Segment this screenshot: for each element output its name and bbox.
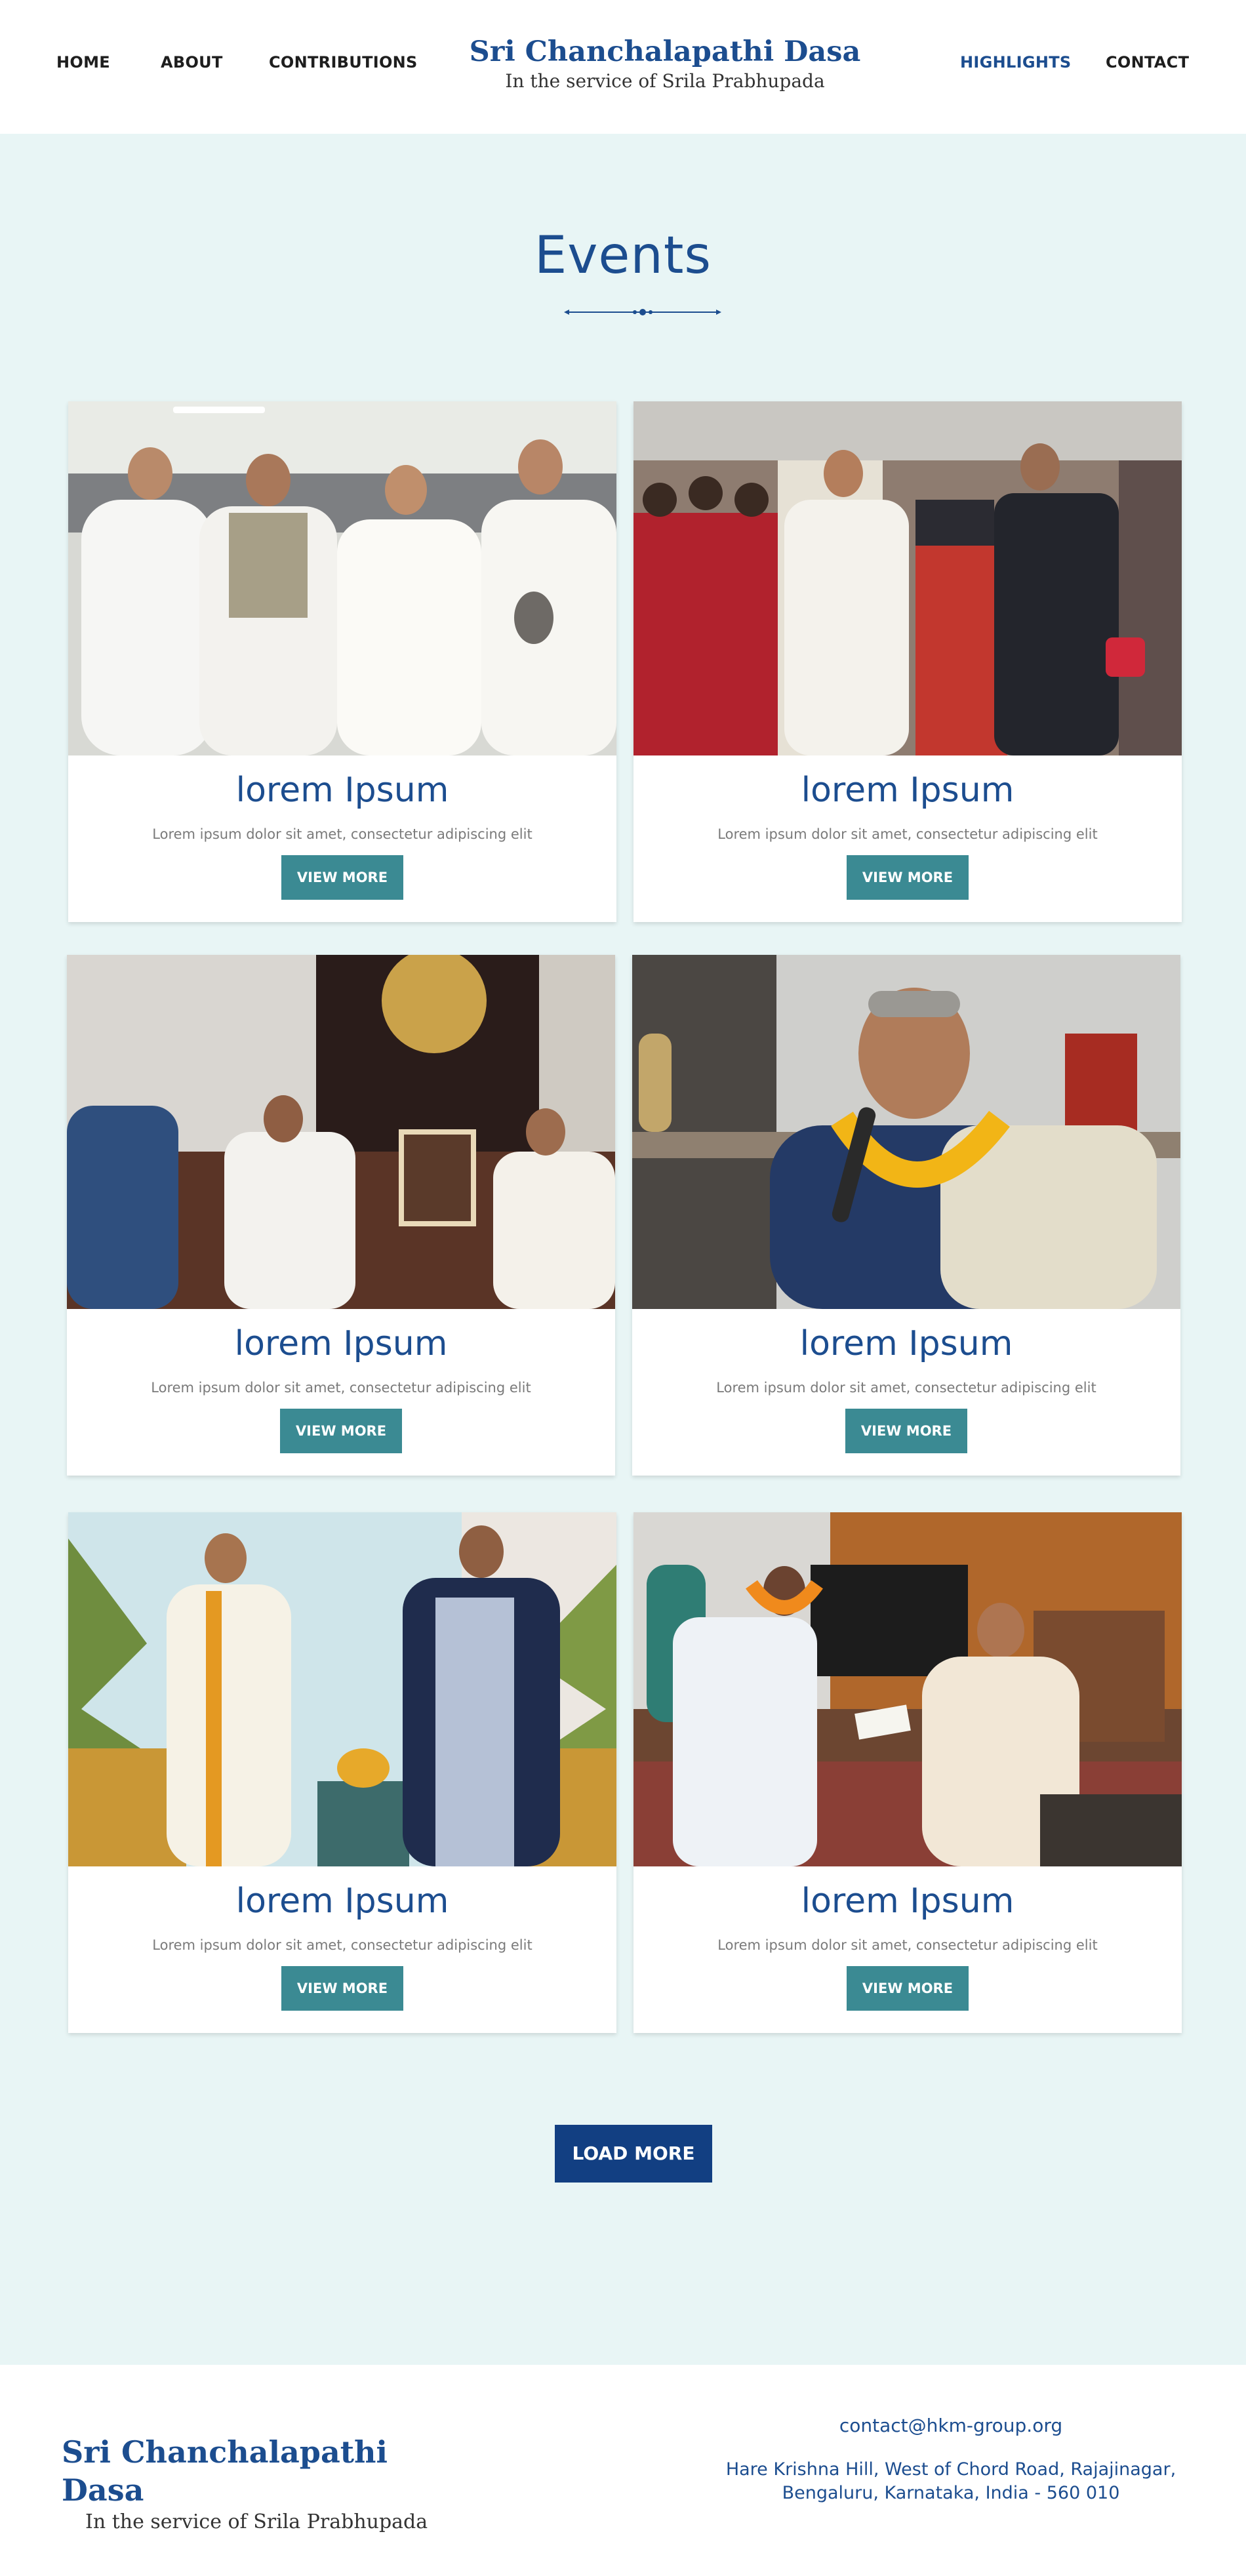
events-section: Events lorem Ipsum Lorem ipsum dolor sit… xyxy=(0,134,1246,2365)
view-more-button[interactable]: VIEW MORE xyxy=(845,1409,967,1453)
event-photo xyxy=(632,955,1180,1309)
event-card: lorem Ipsum Lorem ipsum dolor sit amet, … xyxy=(67,955,615,1476)
view-more-button[interactable]: VIEW MORE xyxy=(281,855,403,900)
event-title: lorem Ipsum xyxy=(235,1882,449,1921)
nav-contact[interactable]: CONTACT xyxy=(1106,53,1189,71)
event-description: Lorem ipsum dolor sit amet, consectetur … xyxy=(152,1937,533,1953)
event-title: lorem Ipsum xyxy=(235,771,449,810)
events-title: Events xyxy=(534,226,712,285)
event-card: lorem Ipsum Lorem ipsum dolor sit amet, … xyxy=(633,1512,1182,2033)
event-card: lorem Ipsum Lorem ipsum dolor sit amet, … xyxy=(68,1512,616,2033)
event-card: lorem Ipsum Lorem ipsum dolor sit amet, … xyxy=(632,955,1180,1476)
event-description: Lorem ipsum dolor sit amet, consectetur … xyxy=(717,826,1098,842)
footer-brand[interactable]: Sri Chanchalapathi Dasa In the service o… xyxy=(62,2433,455,2535)
event-description: Lorem ipsum dolor sit amet, consectetur … xyxy=(152,826,533,842)
load-more-button[interactable]: LOAD MORE xyxy=(555,2125,712,2183)
event-description: Lorem ipsum dolor sit amet, consectetur … xyxy=(717,1937,1098,1953)
event-title: lorem Ipsum xyxy=(234,1324,448,1363)
nav-contributions[interactable]: CONTRIBUTIONS xyxy=(269,53,418,71)
event-description: Lorem ipsum dolor sit amet, consectetur … xyxy=(716,1380,1096,1396)
event-title: lorem Ipsum xyxy=(801,1882,1015,1921)
event-title: lorem Ipsum xyxy=(799,1324,1013,1363)
site-footer: Sri Chanchalapathi Dasa In the service o… xyxy=(0,2365,1246,2576)
nav-about[interactable]: ABOUT xyxy=(161,53,223,71)
event-photo xyxy=(67,955,615,1309)
site-header: HOME ABOUT CONTRIBUTIONS Sri Chanchalapa… xyxy=(0,0,1246,134)
event-card: lorem Ipsum Lorem ipsum dolor sit amet, … xyxy=(633,401,1182,922)
view-more-button[interactable]: VIEW MORE xyxy=(847,1966,969,2011)
nav-home[interactable]: HOME xyxy=(56,53,110,71)
footer-address-line: Bengaluru, Karnataka, India - 560 010 xyxy=(782,2483,1120,2503)
site-brand[interactable]: Sri Chanchalapathi Dasa In the service o… xyxy=(459,34,871,93)
view-more-button[interactable]: VIEW MORE xyxy=(281,1966,403,2011)
footer-brand-title: Sri Chanchalapathi Dasa xyxy=(62,2434,388,2508)
event-photo xyxy=(68,1512,616,1866)
event-card: lorem Ipsum Lorem ipsum dolor sit amet, … xyxy=(68,401,616,922)
event-photo xyxy=(633,1512,1182,1866)
footer-address: Hare Krishna Hill, West of Chord Road, R… xyxy=(695,2458,1207,2505)
view-more-button[interactable]: VIEW MORE xyxy=(847,855,969,900)
brand-title: Sri Chanchalapathi Dasa xyxy=(469,35,861,68)
event-photo xyxy=(68,401,616,755)
event-description: Lorem ipsum dolor sit amet, consectetur … xyxy=(151,1380,531,1396)
nav-highlights[interactable]: HIGHLIGHTS xyxy=(960,53,1071,71)
ornament-divider-icon xyxy=(564,309,721,315)
brand-subtitle: In the service of Srila Prabhupada xyxy=(505,70,825,92)
footer-email-link[interactable]: contact@hkm-group.org xyxy=(695,2415,1207,2436)
footer-address-line: Hare Krishna Hill, West of Chord Road, R… xyxy=(725,2459,1176,2480)
view-more-button[interactable]: VIEW MORE xyxy=(280,1409,402,1453)
event-photo xyxy=(633,401,1182,755)
event-title: lorem Ipsum xyxy=(801,771,1015,810)
footer-brand-subtitle: In the service of Srila Prabhupada xyxy=(85,2510,428,2533)
